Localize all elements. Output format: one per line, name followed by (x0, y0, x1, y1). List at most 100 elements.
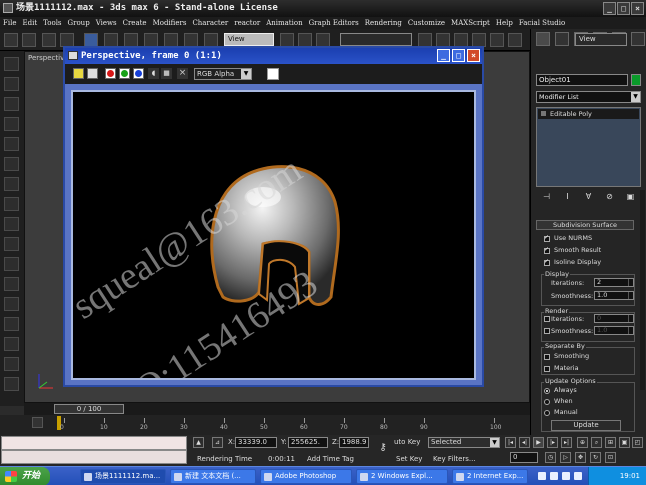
manual-radio[interactable] (544, 410, 550, 416)
view-select-right[interactable]: View (575, 33, 627, 46)
previous-frame-icon[interactable]: ◂| (519, 437, 530, 448)
smoothing-checkbox[interactable] (544, 354, 550, 360)
channel-display-select[interactable]: RGB Alpha ▼ (194, 68, 252, 80)
lock-selection-icon[interactable]: ⊿ (212, 437, 223, 448)
maxscript-listener-output[interactable] (1, 450, 187, 464)
menu-item-rendering[interactable]: Rendering (362, 17, 405, 29)
utilities-tab-icon[interactable] (631, 32, 645, 46)
menu-item-edit[interactable]: Edit (19, 17, 40, 29)
reference-coord-select[interactable]: View (224, 33, 274, 46)
y-coord-field[interactable]: 255625. (288, 437, 328, 448)
make-unique-icon[interactable]: ∀ (583, 191, 595, 203)
pivot-icon[interactable] (280, 33, 294, 47)
create-tab-icon[interactable] (536, 32, 550, 46)
configure-sets-icon[interactable]: ▣ (625, 191, 637, 203)
key-filters-button[interactable]: Key Filters... (433, 455, 476, 463)
key-mode-toggle-icon[interactable]: ⊕ (577, 437, 588, 448)
select-by-name-icon[interactable] (124, 33, 138, 47)
align-icon[interactable] (436, 33, 450, 47)
smooth-result-checkbox[interactable] (544, 246, 550, 254)
quick-render-icon[interactable] (508, 33, 522, 47)
create-shape-icon[interactable] (4, 377, 19, 391)
menu-item-customize[interactable]: Customize (405, 17, 448, 29)
object-name-field[interactable]: Object01 (536, 74, 628, 86)
alpha-channel-icon[interactable]: ◖ (148, 68, 159, 79)
menu-item-file[interactable]: File (0, 17, 19, 29)
go-to-end-icon[interactable]: ▸| (561, 437, 572, 448)
key-icon[interactable]: ⚷ (374, 443, 392, 454)
rotate-icon[interactable] (184, 33, 198, 47)
update-button[interactable]: Update (551, 420, 621, 431)
create-geosphere-icon[interactable] (4, 237, 19, 251)
clear-icon[interactable]: × (177, 68, 188, 79)
render-smoothness-spinner[interactable]: 1.0 (594, 326, 634, 335)
menu-item-modifiers[interactable]: Modifiers (150, 17, 190, 29)
maximize-viewport-icon[interactable]: ⊡ (605, 452, 616, 463)
time-slider[interactable]: 0 / 100 (24, 403, 530, 415)
create-system-icon[interactable] (4, 337, 19, 351)
zoom-icon[interactable]: ⌕ (591, 437, 602, 448)
create-cone-icon[interactable] (4, 137, 19, 151)
menu-item-create[interactable]: Create (120, 17, 150, 29)
tray-icon-network[interactable] (550, 472, 558, 480)
link-icon[interactable] (42, 33, 56, 47)
create-tube-icon[interactable] (4, 197, 19, 211)
render-smoothness-checkbox[interactable] (544, 328, 550, 334)
menu-item-reactor[interactable]: reactor (231, 17, 263, 29)
task-photoshop[interactable]: Adobe Photoshop (260, 469, 352, 484)
command-panel-scrollbar[interactable] (640, 190, 645, 390)
clock[interactable]: 19:01 (620, 472, 640, 480)
unlink-icon[interactable] (60, 33, 74, 47)
create-particle-icon[interactable] (4, 357, 19, 371)
create-spacewarp-icon[interactable] (4, 317, 19, 331)
x-coord-field[interactable]: 33339.0 (235, 437, 277, 448)
time-config-icon[interactable]: ◷ (545, 452, 556, 463)
menu-item-group[interactable]: Group (65, 17, 93, 29)
undo-icon[interactable] (4, 33, 18, 47)
menu-item-help[interactable]: Help (493, 17, 516, 29)
select-manipulate-icon[interactable] (298, 33, 312, 47)
menu-item-maxscript[interactable]: MAXScript (448, 17, 493, 29)
pin-stack-icon[interactable]: ⊣ (541, 191, 553, 203)
start-button[interactable]: 开始 (0, 467, 50, 485)
remove-modifier-icon[interactable]: ⊘ (604, 191, 616, 203)
tray-icon-volume[interactable] (562, 472, 570, 480)
scale-icon[interactable] (204, 33, 218, 47)
render-window-title-bar[interactable]: Perspective, frame 0 (1:1) _ □ × (65, 48, 482, 64)
zoom-extents-icon[interactable]: ▣ (619, 437, 630, 448)
create-cylinder-icon[interactable] (4, 77, 19, 91)
menu-item-character[interactable]: Character (189, 17, 231, 29)
modifier-list-select[interactable]: Modifier List ▼ (536, 91, 641, 103)
create-box-icon[interactable] (4, 57, 19, 71)
tray-icon-ime[interactable] (538, 472, 546, 480)
next-frame-icon[interactable]: |▸ (547, 437, 558, 448)
redo-icon[interactable] (22, 33, 36, 47)
create-camera-icon[interactable] (4, 277, 19, 291)
tray-icon-security[interactable] (574, 472, 582, 480)
set-key-button[interactable]: Set Key (396, 455, 422, 463)
materia-checkbox[interactable] (544, 366, 550, 372)
render-scene-icon[interactable] (490, 33, 504, 47)
z-coord-field[interactable]: 1988.9 (339, 437, 369, 448)
object-color-swatch[interactable] (631, 74, 641, 86)
task-internet-explorer[interactable]: 2 Internet Exp... (452, 469, 528, 484)
region-select-icon[interactable] (144, 33, 158, 47)
menu-item-tools[interactable]: Tools (40, 17, 64, 29)
create-teapot-icon[interactable] (4, 157, 19, 171)
create-helper-icon[interactable] (4, 297, 19, 311)
maximize-button[interactable]: □ (617, 2, 630, 15)
maxscript-listener-mini[interactable] (1, 436, 187, 450)
rendered-frame-window[interactable]: Perspective, frame 0 (1:1) _ □ × ◖ ■ × R… (63, 46, 484, 387)
render-iterations-checkbox[interactable] (544, 316, 550, 322)
arc-rotate-icon[interactable]: ↻ (590, 452, 601, 463)
stack-item-editable-poly[interactable]: Editable Poly (538, 109, 639, 119)
play-icon[interactable]: ▶ (533, 437, 544, 448)
track-bar[interactable]: 0 10 20 30 40 50 60 70 80 90 100 (0, 415, 530, 435)
iterations-spinner[interactable]: 2 (594, 278, 634, 287)
task-3dsmax[interactable]: 场景1111112.ma... (80, 469, 166, 484)
render-close-button[interactable]: × (467, 49, 480, 62)
auto-key-button[interactable]: uto Key (394, 438, 420, 446)
open-mini-curve-editor-icon[interactable] (32, 417, 43, 428)
save-bitmap-icon[interactable] (73, 68, 84, 79)
snap-icon[interactable] (316, 33, 330, 47)
